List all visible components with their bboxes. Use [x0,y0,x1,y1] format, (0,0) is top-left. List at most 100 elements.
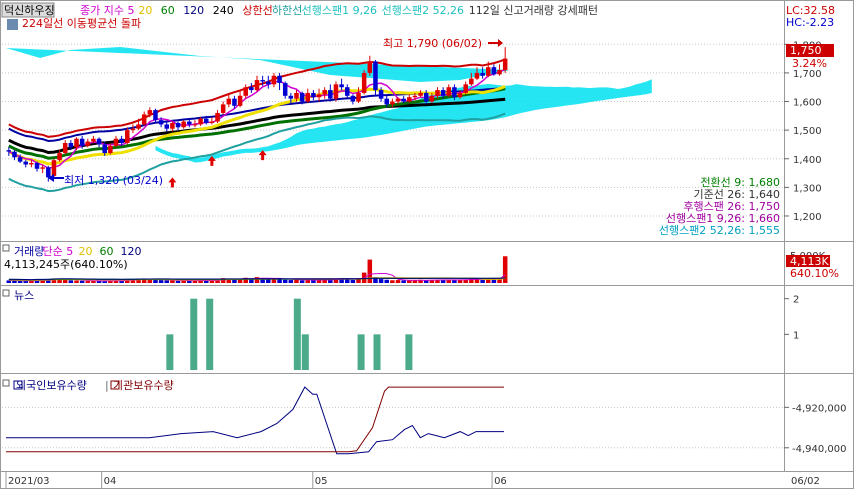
candle-body[interactable] [74,138,79,148]
candle-body[interactable] [350,95,356,102]
candle-body[interactable] [480,72,485,76]
candle-body[interactable] [141,114,147,125]
volume-bar[interactable] [282,279,288,283]
candle-body[interactable] [237,95,243,106]
candle-body[interactable] [401,98,406,102]
candle-body[interactable] [299,92,305,102]
candle-body[interactable] [311,92,316,98]
volume-bar[interactable] [395,280,401,283]
volume-bar[interactable] [311,280,316,283]
candle-body[interactable] [418,92,423,96]
candle-body[interactable] [215,112,220,122]
volume-bar[interactable] [294,279,299,283]
candle-body[interactable] [96,138,102,145]
volume-bar[interactable] [175,280,181,283]
volume-bar[interactable] [367,259,373,283]
candle-body[interactable] [497,70,502,75]
candle-body[interactable] [68,143,74,148]
volume-bar[interactable] [401,280,406,283]
candle-body[interactable] [125,130,130,144]
candle-body[interactable] [288,95,294,99]
candle-body[interactable] [277,75,282,83]
candle-body[interactable] [108,145,113,154]
candle-body[interactable] [220,104,226,113]
candle-body[interactable] [102,144,107,154]
candle-body[interactable] [474,72,480,79]
news-bar[interactable] [301,334,309,370]
volume-bar[interactable] [147,279,153,283]
candle-body[interactable] [469,78,474,85]
candle-body[interactable] [333,84,339,99]
candle-body[interactable] [316,94,322,98]
grid-icon[interactable] [7,19,18,30]
candle-body[interactable] [147,110,153,115]
candle-body[interactable] [435,90,440,96]
candle-body[interactable] [395,98,401,102]
candle-body[interactable] [367,61,373,73]
candle-body[interactable] [452,87,457,98]
candle-body[interactable] [175,122,181,128]
holdings-panel-handle[interactable] [2,379,10,387]
volume-bar[interactable] [299,280,305,283]
candle-body[interactable] [40,167,45,169]
volume-bar[interactable] [435,280,440,283]
candle-body[interactable] [361,72,367,93]
candle-body[interactable] [266,81,271,85]
candle-body[interactable] [322,90,327,95]
candle-body[interactable] [254,80,260,91]
news-bar[interactable] [357,334,365,370]
news-panel-handle[interactable] [2,289,10,297]
candle-body[interactable] [29,163,34,165]
volume-bar[interactable] [62,279,68,283]
candle-body[interactable] [344,87,350,96]
volume-bar[interactable] [74,280,79,283]
candle-body[interactable] [23,161,28,165]
candle-body[interactable] [407,97,412,102]
volume-bar[interactable] [328,280,333,283]
candle-body[interactable] [282,82,288,96]
volume-bar[interactable] [153,279,158,283]
candle-body[interactable] [209,121,215,123]
candle-body[interactable] [305,92,311,102]
volume-bar[interactable] [209,280,215,283]
candle-body[interactable] [429,95,435,102]
candle-body[interactable] [153,110,158,121]
candle-body[interactable] [356,92,361,102]
volume-bar[interactable] [378,279,384,283]
candle-body[interactable] [51,160,57,176]
candle-body[interactable] [412,95,418,98]
candle-body[interactable] [446,87,452,96]
candle-body[interactable] [226,98,232,105]
candle-body[interactable] [249,87,254,91]
volume-bar[interactable] [158,280,164,283]
candle-body[interactable] [130,128,136,131]
candle-body[interactable] [271,75,277,85]
candle-body[interactable] [502,58,508,71]
candle-body[interactable] [158,120,164,125]
news-bar[interactable] [190,298,198,370]
volume-bar[interactable] [384,279,389,283]
volume-bar[interactable] [91,280,96,283]
volume-bar[interactable] [170,280,175,283]
candle-body[interactable] [57,153,62,161]
candle-body[interactable] [164,124,170,129]
candle-body[interactable] [136,124,141,129]
candle-body[interactable] [17,157,23,162]
candle-body[interactable] [260,80,265,82]
candle-body[interactable] [119,138,124,144]
candle-body[interactable] [198,118,203,125]
candle-body[interactable] [373,61,378,91]
news-bar[interactable] [405,334,413,370]
candle-body[interactable] [378,90,384,99]
volume-bar[interactable] [68,280,74,283]
volume-bar[interactable] [480,279,485,283]
volume-bar[interactable] [79,280,85,283]
news-bar[interactable] [373,334,381,370]
candle-body[interactable] [390,101,395,105]
volume-bar[interactable] [85,281,91,283]
candle-body[interactable] [423,92,429,102]
news-bar[interactable] [293,298,301,370]
candle-body[interactable] [46,167,51,178]
candle-body[interactable] [12,151,17,158]
candle-body[interactable] [440,90,446,96]
